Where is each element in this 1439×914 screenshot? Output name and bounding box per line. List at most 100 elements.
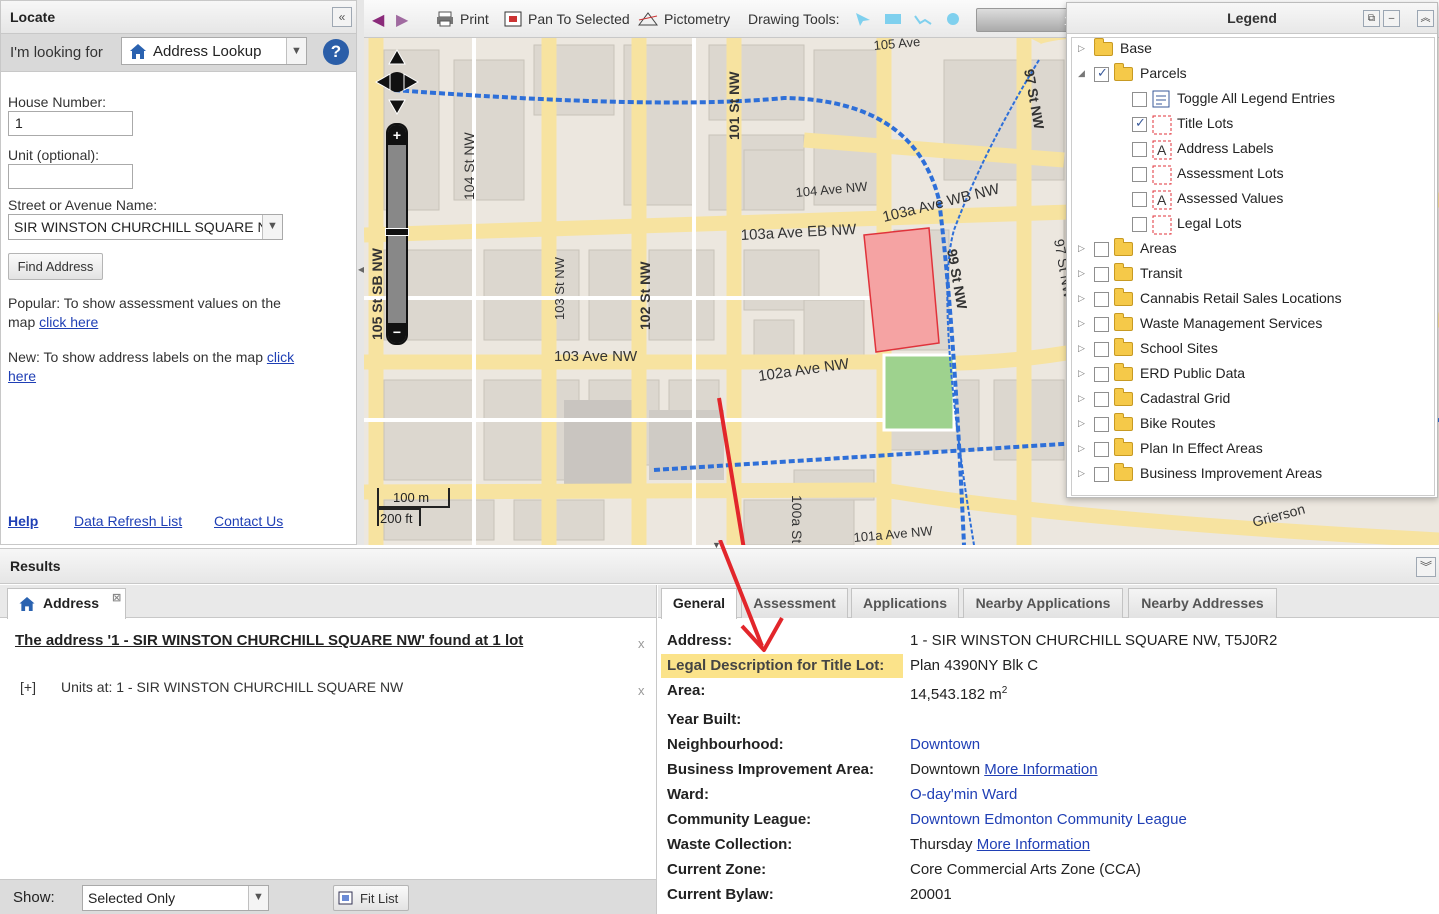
expand-icon[interactable]: ▷: [1078, 443, 1085, 454]
folder-icon: [1114, 413, 1133, 431]
expand-icon[interactable]: ▷: [1078, 293, 1085, 304]
legend-checkbox[interactable]: [1094, 467, 1109, 482]
neighbourhood-link[interactable]: Downtown: [910, 736, 980, 753]
legend-checkbox[interactable]: [1094, 367, 1109, 382]
house-number-label: House Number:: [8, 94, 107, 110]
toggle-all-icon: [1152, 90, 1172, 110]
bia-more-info-link[interactable]: More Information: [984, 761, 1097, 778]
looking-for-bar: I'm looking for Address Lookup ▼ ?: [1, 34, 356, 72]
area-value: 14,543.182 m2: [910, 685, 1007, 703]
help-icon[interactable]: ?: [323, 39, 349, 65]
unit-input[interactable]: [8, 164, 133, 189]
collapse-results-icon[interactable]: ︾: [1416, 557, 1436, 577]
legend-checkbox[interactable]: [1132, 115, 1147, 132]
street-select[interactable]: SIR WINSTON CHURCHILL SQUARE N ▼: [8, 214, 283, 240]
home-icon: [18, 596, 36, 615]
expand-icon[interactable]: ▷: [1078, 318, 1085, 329]
neighbourhood-label: Neighbourhood:: [667, 736, 784, 753]
legend-restore-icon[interactable]: ⧉: [1363, 10, 1380, 27]
expand-icon[interactable]: ▷: [1078, 243, 1085, 254]
legend-checkbox[interactable]: [1094, 342, 1109, 357]
contact-us-link[interactable]: Contact Us: [214, 513, 283, 529]
pictometry-icon[interactable]: [638, 11, 658, 27]
draw-rectangle-icon[interactable]: [884, 11, 901, 27]
print-icon[interactable]: [436, 11, 453, 27]
legend-item-label: Business Improvement Areas: [1140, 465, 1323, 481]
current-zone-link[interactable]: Core Commercial Arts Zone (CCA): [910, 861, 1141, 878]
legend-checkbox[interactable]: [1132, 192, 1147, 207]
legend-checkbox[interactable]: [1094, 392, 1109, 407]
help-link[interactable]: Help: [8, 513, 38, 529]
fit-list-label: Fit List: [360, 891, 399, 906]
legend-checkbox[interactable]: [1094, 242, 1109, 257]
legend-checkbox[interactable]: [1094, 317, 1109, 332]
expand-icon[interactable]: ▷: [1078, 343, 1085, 354]
print-button[interactable]: Print: [460, 11, 489, 27]
find-address-button[interactable]: Find Address: [8, 253, 103, 280]
house-number-input[interactable]: 1: [8, 111, 133, 136]
legend-item-label: Areas: [1140, 240, 1177, 256]
legend-checkbox[interactable]: [1094, 417, 1109, 432]
found-address-link[interactable]: The address '1 - SIR WINSTON CHURCHILL S…: [15, 632, 523, 649]
waste-more-info-link[interactable]: More Information: [977, 836, 1090, 853]
zoom-slider[interactable]: + −: [385, 123, 409, 345]
vertical-splitter[interactable]: ◀: [357, 0, 364, 545]
draw-circle-icon[interactable]: [944, 11, 961, 27]
pan-control[interactable]: [374, 48, 420, 116]
tab-address[interactable]: Address ⊠: [7, 588, 126, 619]
expanded-icon[interactable]: ◢: [1078, 68, 1085, 79]
expand-icon[interactable]: ▷: [1078, 368, 1085, 379]
pan-to-selected-button[interactable]: Pan To Selected: [528, 11, 630, 27]
expand-icon[interactable]: ▷: [1078, 418, 1085, 429]
remove-units-icon[interactable]: x: [638, 683, 645, 698]
tab-nearby-applications[interactable]: Nearby Applications: [963, 588, 1123, 618]
legend-item-label: Base: [1120, 40, 1152, 56]
legend-checkbox[interactable]: [1132, 167, 1147, 182]
chevron-down-icon[interactable]: ▼: [262, 215, 282, 239]
expand-icon[interactable]: ▷: [1078, 393, 1085, 404]
legend-checkbox[interactable]: [1094, 267, 1109, 282]
draw-line-icon[interactable]: [914, 11, 932, 27]
chevron-down-icon[interactable]: ▼: [286, 38, 306, 64]
layer-symbol-icon: [1152, 165, 1172, 185]
zoom-in-icon[interactable]: +: [388, 125, 406, 145]
current-bylaw-link[interactable]: 20001: [910, 886, 952, 903]
pictometry-button[interactable]: Pictometry: [664, 11, 730, 27]
toolbar-slider[interactable]: 1: [976, 8, 1076, 32]
expand-icon[interactable]: ▷: [1078, 468, 1085, 479]
close-tab-icon[interactable]: ⊠: [112, 591, 121, 604]
area-number: 14,543.182 m: [910, 686, 1002, 703]
zoom-out-icon[interactable]: −: [388, 323, 406, 343]
legend-checkbox[interactable]: [1132, 217, 1147, 232]
community-league-link[interactable]: Downtown Edmonton Community League: [910, 811, 1187, 828]
forward-arrow-icon[interactable]: ▶: [396, 10, 408, 30]
expand-icon[interactable]: ▷: [1078, 268, 1085, 279]
legend-item-label: Plan In Effect Areas: [1140, 440, 1263, 456]
legend-checkbox[interactable]: [1132, 92, 1147, 107]
legend-checkbox[interactable]: [1094, 292, 1109, 307]
back-arrow-icon[interactable]: ◀: [372, 10, 384, 30]
legend-collapse-icon[interactable]: ︽: [1417, 10, 1434, 27]
tab-applications[interactable]: Applications: [851, 588, 959, 618]
ward-link[interactable]: O-day'min Ward: [910, 786, 1017, 803]
collapse-left-icon[interactable]: «: [332, 7, 352, 27]
layer-symbol-icon: A: [1152, 190, 1172, 210]
show-filter-select[interactable]: Selected Only ▼: [82, 885, 269, 911]
legend-checkbox[interactable]: [1132, 142, 1147, 157]
data-refresh-link[interactable]: Data Refresh List: [74, 513, 182, 529]
popular-click-here-link[interactable]: click here: [39, 314, 98, 330]
chevron-down-icon[interactable]: ▼: [248, 886, 268, 910]
zoom-handle[interactable]: [385, 228, 409, 236]
pan-to-selected-icon[interactable]: [504, 11, 522, 27]
draw-point-icon[interactable]: [854, 11, 871, 27]
expand-units-button[interactable]: [+]: [20, 679, 36, 695]
tab-nearby-addresses[interactable]: Nearby Addresses: [1128, 588, 1277, 618]
new-text: New: To show address labels on the map: [8, 349, 263, 365]
legend-minimize-icon[interactable]: –: [1383, 10, 1400, 27]
lookup-type-select[interactable]: Address Lookup ▼: [121, 37, 307, 65]
remove-result-icon[interactable]: x: [638, 636, 645, 651]
legend-checkbox[interactable]: [1094, 442, 1109, 457]
legend-checkbox[interactable]: [1094, 65, 1109, 82]
expand-icon[interactable]: ▷: [1078, 43, 1085, 54]
fit-list-button[interactable]: Fit List: [333, 885, 409, 911]
